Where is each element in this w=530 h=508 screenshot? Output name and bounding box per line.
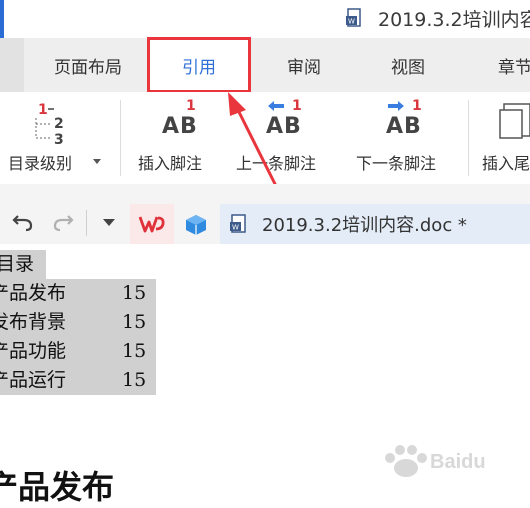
toc-entry[interactable]: 发布背景 15 (0, 308, 156, 337)
prev-footnote-ab-icon: AB (266, 114, 302, 139)
toc-entry-title: 发布背景 (0, 311, 67, 333)
qa-separator (86, 210, 87, 236)
toc-entry-title: 产品运行 (0, 369, 67, 391)
document-tab-name: 2019.3.2培训内容.doc * (262, 215, 467, 236)
toc-entry-page: 15 (122, 311, 147, 333)
toc-entry-page: 15 (122, 340, 147, 362)
section-heading: 产品发布 (0, 468, 115, 506)
window-accent (0, 0, 4, 38)
arrow-right-icon (388, 101, 404, 111)
tab-bar-edge (0, 38, 24, 92)
doc-icon: W (230, 214, 246, 233)
dropdown-icon[interactable] (102, 218, 116, 228)
annotation-highlight-box (147, 37, 251, 93)
undo-icon[interactable] (12, 212, 34, 232)
toc-title: 目录 (0, 250, 46, 279)
cube-icon[interactable] (184, 214, 208, 236)
svg-text:Baidu: Baidu (430, 451, 486, 473)
toc-entry-title: 产品功能 (0, 340, 67, 362)
toc-entry[interactable]: 产品功能 15 (0, 337, 156, 366)
toc-entry-page: 15 (122, 369, 147, 391)
prev-footnote-badge: 1 (292, 98, 302, 114)
ribbon-tab-bar: 页面布局 引用 审阅 视图 章节 (0, 38, 530, 92)
arrow-left-icon (268, 101, 284, 111)
tab-view[interactable]: 视图 (366, 38, 450, 92)
ribbon-panel: 1 2 3 目录级别 1 AB 插入脚注 1 AB 上一条脚注 1 AB 下一条… (0, 92, 530, 185)
toc-entry[interactable]: 产品发布 15 (0, 279, 156, 308)
redo-icon[interactable] (52, 212, 74, 232)
insert-endnote-label: 插入尾 (482, 154, 530, 173)
tab-chapter[interactable]: 章节 (480, 38, 530, 92)
toc-entry-page: 15 (122, 282, 147, 304)
prev-footnote-label: 上一条脚注 (236, 154, 317, 173)
tab-page-layout[interactable]: 页面布局 (38, 38, 138, 92)
svg-text:W: W (348, 18, 355, 26)
toc-entry-title: 产品发布 (0, 282, 67, 304)
toc-level-digit-3: 3 (54, 132, 64, 146)
quick-access-bar: W 2019.3.2培训内容.doc * (0, 184, 530, 244)
window-title: 2019.3.2培训内容 (378, 9, 530, 31)
toc-level-digit-1: 1 (38, 102, 48, 118)
toc-level-icon: 1 2 3 (35, 102, 64, 146)
title-bar: W 2019.3.2培训内容 (0, 0, 530, 38)
wps-home-tab[interactable] (130, 204, 174, 244)
insert-footnote-label: 插入脚注 (138, 154, 203, 173)
toc-level-digit-2: 2 (54, 116, 64, 132)
svg-text:W: W (232, 224, 239, 232)
footnote-ab-icon: AB (162, 114, 198, 139)
next-footnote-label: 下一条脚注 (356, 154, 437, 173)
footnote-badge: 1 (186, 98, 196, 114)
ribbon-separator (468, 100, 469, 176)
baidu-watermark-logo: Baidu (385, 445, 486, 477)
ribbon-separator (120, 100, 121, 176)
toc-entry[interactable]: 产品运行 15 (0, 366, 156, 395)
toc-level-label: 目录级别 (8, 154, 73, 173)
next-footnote-badge: 1 (412, 98, 422, 114)
chevron-down-icon (93, 159, 101, 164)
wps-icon (138, 216, 165, 233)
tab-review[interactable]: 审阅 (262, 38, 346, 92)
doc-icon: W (346, 8, 361, 27)
next-footnote-ab-icon: AB (386, 114, 422, 139)
endnote-icon (499, 103, 530, 139)
